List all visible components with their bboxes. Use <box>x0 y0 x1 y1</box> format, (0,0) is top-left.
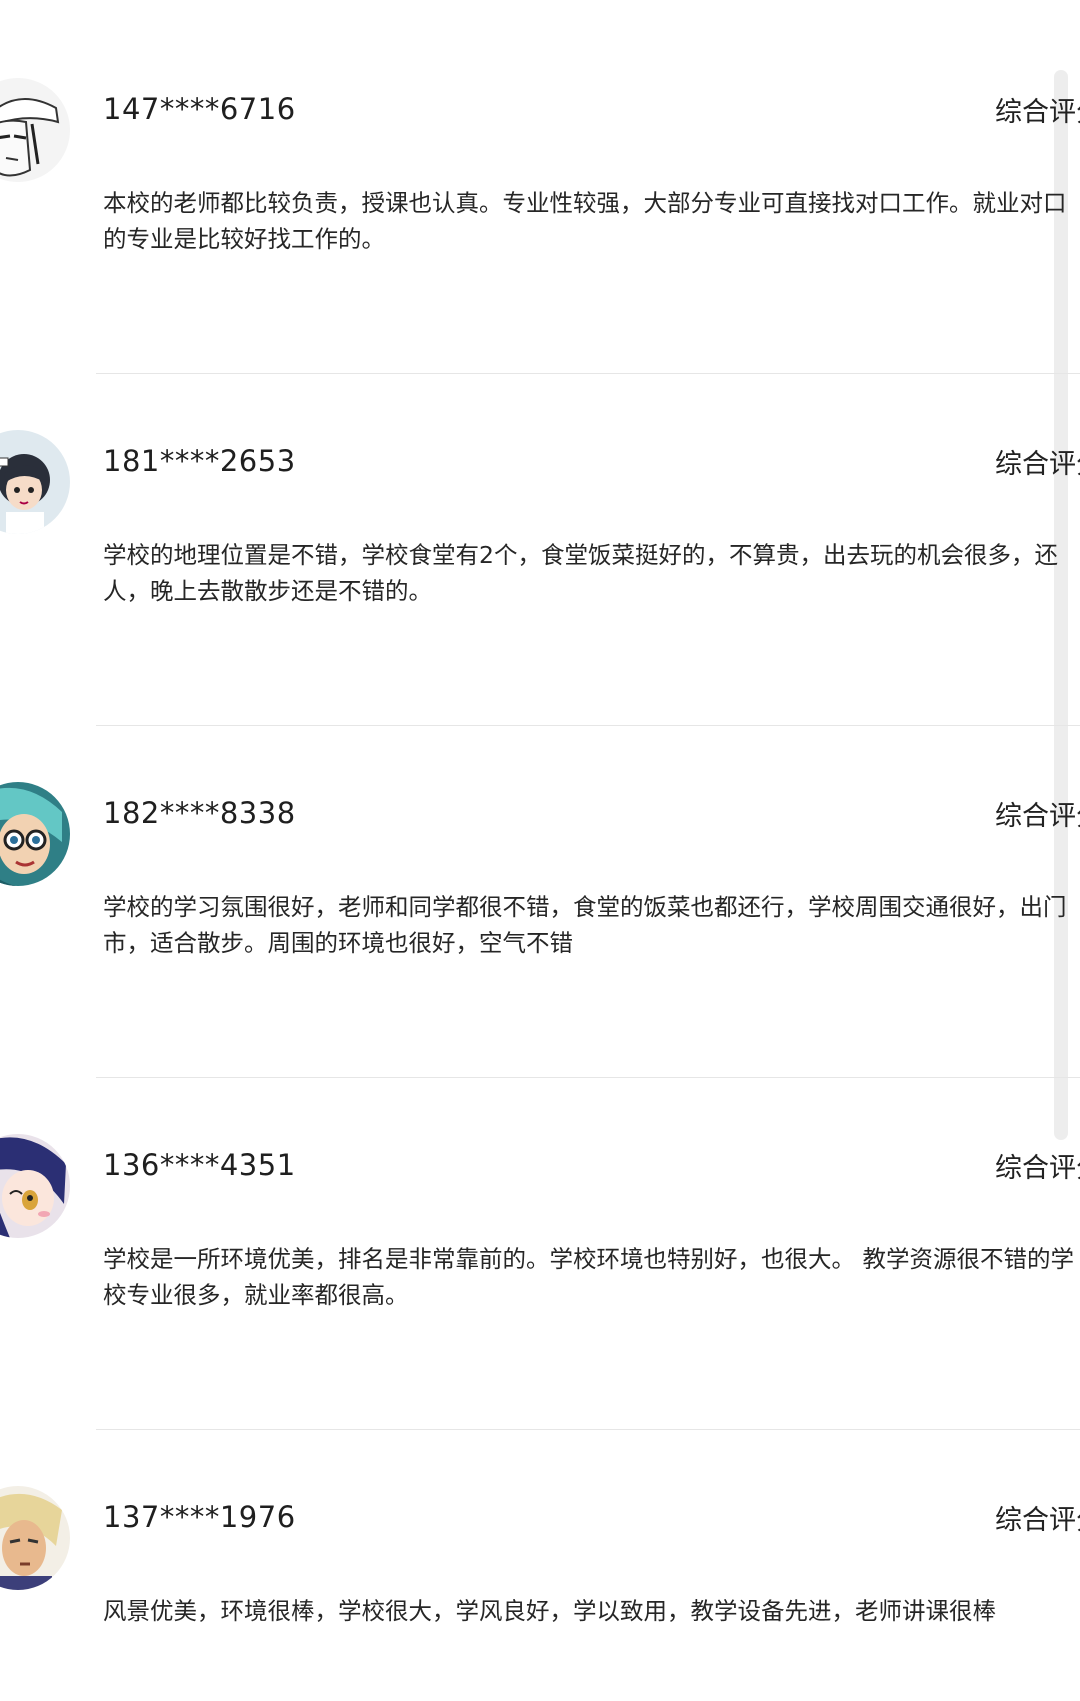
overall-score-label: 综合评分 <box>995 1505 1080 1536</box>
review-comment: 学校的学习氛围很好，老师和同学都很不错，食堂的饭菜也都还行，学校周围交通很好，出… <box>103 893 1067 957</box>
review-item: 137****1976 综合评分 风景优美，环境很棒，学校很大，学风良好，学以致… <box>0 1428 1080 1701</box>
review-item: 147****6716 综合评分 本校的老师都比较负责，授课也认真。专业性较强，… <box>0 20 1080 374</box>
avatar-manga-boy-cap-icon[interactable] <box>0 78 70 182</box>
avatar-cartoon-boy-icon[interactable] <box>0 430 70 534</box>
overall-score-label: 综合评分 <box>995 449 1080 480</box>
avatar-anime-girl-icon[interactable] <box>0 1134 70 1238</box>
review-comment: 学校是一所环境优美，排名是非常靠前的。学校环境也特别好，也很大。 教学资源很不错… <box>103 1245 1074 1309</box>
review-comment: 风景优美，环境很棒，学校很大，学风良好，学以致用，教学设备先进，老师讲课很棒 <box>103 1597 996 1625</box>
overall-score-label: 综合评分 <box>995 1153 1080 1184</box>
reviewer-phone: 136****4351 <box>103 1148 296 1182</box>
review-item: 136****4351 综合评分 学校是一所环境优美，排名是非常靠前的。学校环境… <box>0 1076 1080 1430</box>
review-item: 181****2653 综合评分 学校的地理位置是不错，学校食堂有2个，食堂饭菜… <box>0 372 1080 726</box>
reviewer-phone: 147****6716 <box>103 92 296 126</box>
avatar-anime-glasses-icon[interactable] <box>0 782 70 886</box>
reviewer-phone: 181****2653 <box>103 444 296 478</box>
reviewer-phone: 182****8338 <box>103 796 296 830</box>
review-comment: 学校的地理位置是不错，学校食堂有2个，食堂饭菜挺好的，不算贵，出去玩的机会很多，… <box>103 541 1058 605</box>
reviews-page: 147****6716 综合评分 本校的老师都比较负责，授课也认真。专业性较强，… <box>0 0 1080 1701</box>
avatar-blond-warrior-icon[interactable] <box>0 1486 70 1590</box>
review-comment: 本校的老师都比较负责，授课也认真。专业性较强，大部分专业可直接找对口工作。就业对… <box>103 189 1067 253</box>
reviewer-phone: 137****1976 <box>103 1500 296 1534</box>
review-item: 182****8338 综合评分 学校的学习氛围很好，老师和同学都很不错，食堂的… <box>0 724 1080 1078</box>
overall-score-label: 综合评分 <box>995 801 1080 832</box>
overall-score-label: 综合评分 <box>995 97 1080 128</box>
